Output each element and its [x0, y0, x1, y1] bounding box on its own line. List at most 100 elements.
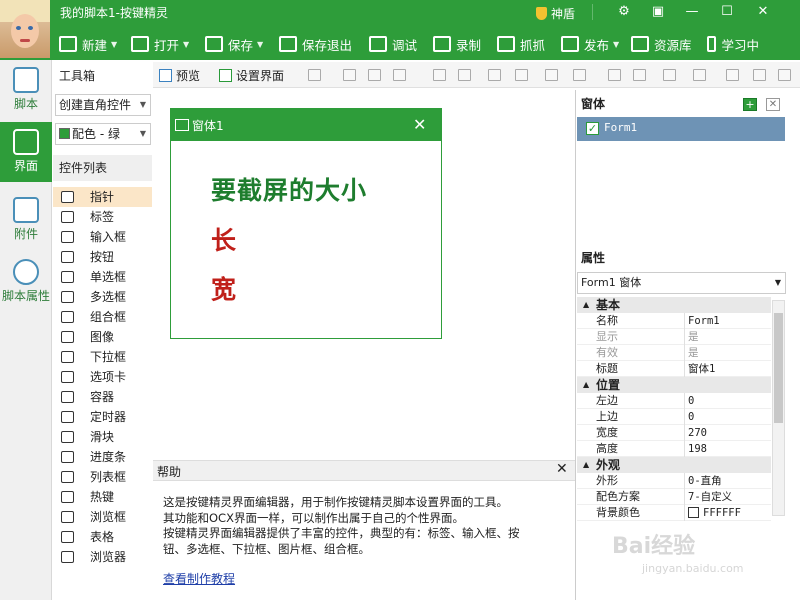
control-item[interactable]: 选项卡 — [53, 367, 152, 387]
property-value[interactable]: Form1 — [684, 313, 771, 329]
control-item[interactable]: 表格 — [53, 527, 152, 547]
property-value[interactable]: 窗体1 — [684, 361, 771, 377]
property-value[interactable]: 7-自定义 — [684, 489, 771, 505]
toolbar-button[interactable]: 资源库 — [627, 31, 703, 57]
tutorial-link[interactable]: 查看制作教程 — [163, 570, 235, 587]
control-item[interactable]: 输入框 — [53, 227, 152, 247]
property-value[interactable]: 198 — [684, 441, 771, 457]
control-item[interactable]: 浏览框 — [53, 507, 152, 527]
edit-tool-icon[interactable] — [753, 69, 766, 81]
edit-tool-icon[interactable] — [545, 69, 558, 81]
edit-tool-icon[interactable] — [308, 69, 321, 81]
checkbox-icon[interactable]: ✓ — [586, 122, 599, 135]
label-width[interactable]: 宽 — [211, 270, 237, 306]
edit-tool-icon[interactable] — [433, 69, 446, 81]
property-value[interactable]: 0 — [684, 409, 771, 425]
property-group[interactable]: ▲ 外观 — [577, 457, 771, 473]
scrollbar-thumb[interactable] — [774, 313, 783, 423]
control-item[interactable]: 多选框 — [53, 287, 152, 307]
skin-menu-icon[interactable]: ▣ — [647, 3, 669, 21]
control-item[interactable]: 容器 — [53, 387, 152, 407]
toolbar-button[interactable]: 学习中 — [703, 31, 763, 57]
property-row[interactable]: 显示 是 — [577, 329, 771, 345]
control-item[interactable]: 标签 — [53, 207, 152, 227]
property-group[interactable]: ▲ 基本 — [577, 297, 771, 313]
edit-tool-icon[interactable] — [458, 69, 471, 81]
color-select[interactable]: 配色 - 绿 ▼ — [55, 123, 151, 145]
edit-tool-icon[interactable] — [778, 69, 791, 81]
edit-tool-icon[interactable] — [368, 69, 381, 81]
edit-tool-icon[interactable] — [393, 69, 406, 81]
property-value[interactable]: 是 — [684, 329, 771, 345]
close-icon[interactable]: ✕ — [413, 115, 426, 134]
chevron-down-icon[interactable]: ▼ — [613, 40, 619, 49]
collapse-icon[interactable]: ▲ — [583, 377, 589, 393]
property-row[interactable]: 外形 0-直角 — [577, 473, 771, 489]
toolbar-button[interactable]: 保存 ▼ — [201, 31, 275, 57]
mode-select[interactable]: 创建直角控件 ▼ — [55, 94, 151, 116]
edit-tool-icon[interactable] — [608, 69, 621, 81]
toolbar-button[interactable]: 新建 ▼ — [55, 31, 127, 57]
property-row[interactable]: 高度 198 — [577, 441, 771, 457]
chevron-down-icon[interactable]: ▼ — [111, 40, 117, 49]
edit-tool-icon[interactable] — [663, 69, 676, 81]
toolbar-button[interactable]: 录制 — [429, 31, 493, 57]
form-window[interactable]: 窗体1 ✕ 要截屏的大小 长 宽 — [170, 108, 442, 339]
add-form-button[interactable]: + — [743, 98, 757, 111]
delete-form-button[interactable]: ✕ — [766, 98, 780, 111]
close-icon[interactable]: ✕ — [752, 3, 774, 21]
maximize-icon[interactable]: ☐ — [716, 3, 738, 21]
collapse-icon[interactable]: ▲ — [583, 297, 589, 313]
edit-tool-icon[interactable] — [573, 69, 586, 81]
close-icon[interactable]: ✕ — [556, 461, 568, 477]
property-scrollbar[interactable] — [772, 300, 785, 516]
edit-tool-icon[interactable] — [343, 69, 356, 81]
edit-tool-icon[interactable] — [488, 69, 501, 81]
nav-attachment[interactable]: 附件 — [0, 190, 52, 250]
property-row[interactable]: 宽度 270 — [577, 425, 771, 441]
setup-ui-button[interactable]: 设置界面 — [219, 62, 284, 88]
control-item[interactable]: 进度条 — [53, 447, 152, 467]
label-length[interactable]: 长 — [211, 221, 237, 257]
property-row[interactable]: 背景颜色 FFFFFF — [577, 505, 771, 521]
property-row[interactable]: 名称 Form1 — [577, 313, 771, 329]
control-item[interactable]: 列表框 — [53, 467, 152, 487]
control-item[interactable]: 滑块 — [53, 427, 152, 447]
property-row[interactable]: 有效 是 — [577, 345, 771, 361]
shield-button[interactable]: 神盾 — [536, 3, 575, 23]
control-item[interactable]: 指针 — [53, 187, 152, 207]
toolbar-button[interactable]: 抓抓 — [493, 31, 557, 57]
property-row[interactable]: 标题 窗体1 — [577, 361, 771, 377]
property-value[interactable]: FFFFFF — [684, 505, 771, 521]
property-value[interactable]: 270 — [684, 425, 771, 441]
property-value[interactable]: 是 — [684, 345, 771, 361]
toolbar-button[interactable]: 保存退出 — [275, 31, 365, 57]
edit-tool-icon[interactable] — [693, 69, 706, 81]
edit-tool-icon[interactable] — [515, 69, 528, 81]
preview-button[interactable]: 预览 — [159, 62, 200, 88]
control-item[interactable]: 图像 — [53, 327, 152, 347]
gear-icon[interactable]: ⚙ — [613, 3, 635, 21]
minimize-icon[interactable]: — — [681, 3, 703, 21]
control-item[interactable]: 浏览器 — [53, 547, 152, 567]
chevron-down-icon[interactable]: ▼ — [183, 40, 189, 49]
control-item[interactable]: 按钮 — [53, 247, 152, 267]
control-item[interactable]: 热键 — [53, 487, 152, 507]
property-value[interactable]: 0 — [684, 393, 771, 409]
label-capture-size[interactable]: 要截屏的大小 — [211, 171, 367, 207]
nav-script[interactable]: 脚本 — [0, 60, 52, 120]
property-value[interactable]: 0-直角 — [684, 473, 771, 489]
form-tree-item[interactable]: ✓ Form1 — [577, 117, 785, 141]
nav-script-properties[interactable]: 脚本属性 — [0, 252, 52, 312]
control-item[interactable]: 组合框 — [53, 307, 152, 327]
property-row[interactable]: 左边 0 — [577, 393, 771, 409]
control-item[interactable]: 定时器 — [53, 407, 152, 427]
toolbar-button[interactable]: 打开 ▼ — [127, 31, 201, 57]
nav-ui[interactable]: 界面 — [0, 122, 52, 182]
control-item[interactable]: 单选框 — [53, 267, 152, 287]
toolbar-button[interactable]: 调试 — [365, 31, 429, 57]
property-row[interactable]: 配色方案 7-自定义 — [577, 489, 771, 505]
property-group[interactable]: ▲ 位置 — [577, 377, 771, 393]
collapse-icon[interactable]: ▲ — [583, 457, 589, 473]
edit-tool-icon[interactable] — [633, 69, 646, 81]
